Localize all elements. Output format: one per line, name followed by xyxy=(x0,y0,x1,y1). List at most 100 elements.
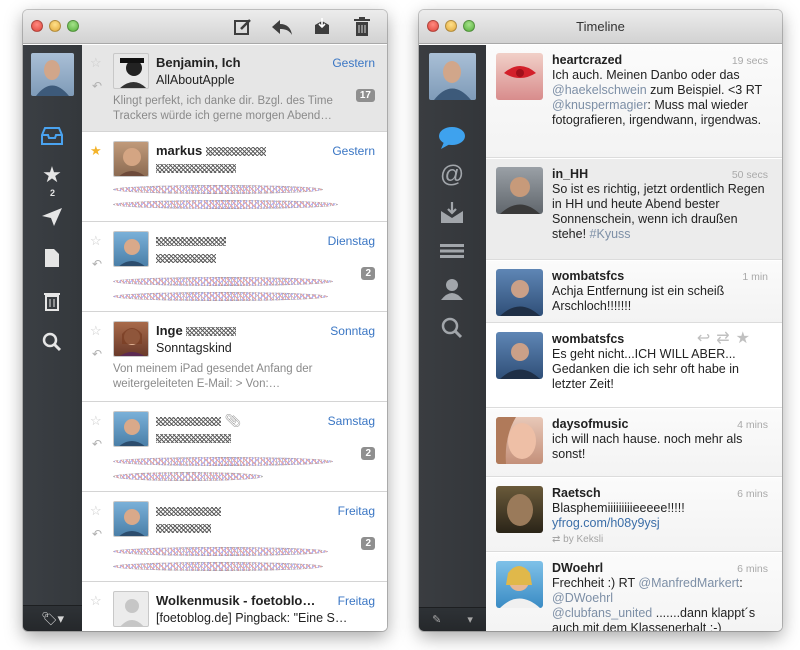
account-avatar[interactable] xyxy=(31,53,74,96)
tweet-time: 1 min xyxy=(742,271,768,283)
message-row[interactable]: ☆ ↶ Inge Sonntag Sonntagskind Von meinem… xyxy=(82,313,387,402)
message-date: Samstag xyxy=(327,414,375,428)
tweet[interactable]: daysofmusic 4 mins ich will nach hause. … xyxy=(486,409,782,477)
message-row[interactable]: ☆ ↶ Benjamin, Ich Gestern AllAboutApple … xyxy=(82,45,387,132)
star-icon[interactable]: ★ xyxy=(38,162,66,188)
zoom-button[interactable] xyxy=(67,20,79,32)
hashtag-link[interactable]: #Kyuss xyxy=(590,227,631,241)
message-row[interactable]: ☆ ↶ 📎︎ Samstag 2 xyxy=(82,403,387,492)
user-avatar[interactable] xyxy=(496,486,543,533)
star-toggle-icon[interactable]: ☆ xyxy=(90,233,102,249)
mention-link[interactable]: @haekelschwein xyxy=(552,83,647,97)
minimize-button[interactable] xyxy=(49,20,61,32)
user-avatar[interactable] xyxy=(496,167,543,214)
message-row[interactable]: ★ markus Gestern xyxy=(82,133,387,222)
list-icon[interactable] xyxy=(438,238,466,264)
star-toggle-icon[interactable]: ☆ xyxy=(90,503,102,519)
sender-avatar xyxy=(113,321,149,357)
window-title: Timeline xyxy=(576,19,625,34)
compose-icon[interactable] xyxy=(230,15,256,39)
archive-icon[interactable] xyxy=(309,15,335,39)
reply-icon[interactable] xyxy=(269,15,295,39)
tweet-username[interactable]: Raetsch xyxy=(552,486,601,500)
tweet-time: 4 mins xyxy=(737,419,768,431)
message-row[interactable]: ☆ Wolkenmusik - foetoblo… Freitag [foeto… xyxy=(82,583,387,631)
mail-sidebar: ★ 2 🏷︎▾ xyxy=(23,45,82,631)
document-icon[interactable] xyxy=(38,245,66,271)
tweet[interactable]: Raetsch 6 mins Blasphemiiiiiiiiieeeee!!!… xyxy=(486,478,782,552)
sender-name: markus xyxy=(156,143,266,158)
inbox-tray-icon[interactable] xyxy=(438,200,466,226)
search-icon[interactable] xyxy=(438,315,466,341)
mention-link[interactable]: @DWoehrl xyxy=(552,591,613,605)
user-icon[interactable] xyxy=(438,276,466,302)
thread-count-badge: 2 xyxy=(361,447,375,460)
twitter-titlebar: Timeline xyxy=(419,10,782,44)
user-avatar[interactable] xyxy=(496,417,543,464)
tag-icon: 🏷︎▾ xyxy=(40,610,65,626)
message-preview: Von meinem iPad gesendet Anfang der weit… xyxy=(113,363,313,390)
speech-bubble-icon[interactable] xyxy=(438,125,466,151)
inbox-icon[interactable] xyxy=(38,123,66,149)
timeline: heartcrazed 19 secs Ich auch. Meinen Dan… xyxy=(486,45,782,631)
search-icon[interactable] xyxy=(38,329,66,355)
user-avatar[interactable] xyxy=(496,561,543,608)
at-sign-icon[interactable]: @ xyxy=(438,161,466,188)
tweet[interactable]: wombatsfcs ↩⇄★ Es geht nicht...ICH WILL … xyxy=(486,324,782,408)
tweet-text: Es geht nicht...ICH WILL ABER... Gedanke… xyxy=(552,347,739,391)
tag-menu-button[interactable]: 🏷︎▾ xyxy=(23,605,82,631)
replied-icon: ↶ xyxy=(92,257,103,271)
message-subject-redacted xyxy=(156,251,216,265)
close-button[interactable] xyxy=(31,20,43,32)
user-avatar[interactable] xyxy=(496,332,543,379)
compose-icon[interactable]: ✎ xyxy=(432,613,441,626)
chevron-down-icon[interactable]: ▾ xyxy=(467,613,473,626)
twitter-sidebar: @ ✎ ▾ xyxy=(419,45,486,631)
sender-name-redacted xyxy=(156,503,221,518)
tweet-username[interactable]: daysofmusic xyxy=(552,417,628,431)
sender-avatar xyxy=(113,53,149,89)
user-avatar[interactable] xyxy=(496,269,543,316)
tweet-username[interactable]: wombatsfcs xyxy=(552,332,624,346)
message-row[interactable]: ☆ ↶ Dienstag 2 xyxy=(82,223,387,312)
user-avatar[interactable] xyxy=(496,53,543,100)
attachment-icon: 📎︎ xyxy=(224,413,242,428)
trash-icon[interactable] xyxy=(349,15,375,39)
star-toggle-icon[interactable]: ☆ xyxy=(90,55,102,71)
tweet-text: ich will nach hause. noch mehr als sonst… xyxy=(552,432,743,461)
message-preview-redacted xyxy=(113,455,357,485)
message-preview-redacted xyxy=(113,545,357,575)
twitter-window: Timeline @ ✎ ▾ heartcrazed 19 secs Ich a… xyxy=(419,10,782,631)
tweet-username[interactable]: DWoehrl xyxy=(552,561,603,575)
tweet-username[interactable]: in_HH xyxy=(552,167,588,181)
star-toggle-icon[interactable]: ★ xyxy=(90,143,102,159)
reply-icon[interactable]: ↩ xyxy=(697,330,716,347)
tweet-time: 6 mins xyxy=(737,488,768,500)
url-link[interactable]: yfrog.com/h08y9ysj xyxy=(552,516,660,530)
tweet-text: Frechheit :) RT @ManfredMarkert: @DWoehr… xyxy=(552,576,756,631)
account-avatar[interactable] xyxy=(429,53,476,100)
retweeted-by: ⇄ by Keksli xyxy=(552,534,604,545)
message-row[interactable]: ☆ ↶ Freitag 2 xyxy=(82,493,387,582)
tweet[interactable]: DWoehrl 6 mins Frechheit :) RT @ManfredM… xyxy=(486,553,782,631)
star-toggle-icon[interactable]: ☆ xyxy=(90,323,102,339)
tweet-text: Achja Entfernung ist ein scheiß Arschloc… xyxy=(552,284,725,313)
tweet-time: 19 secs xyxy=(731,55,768,67)
tweet[interactable]: wombatsfcs 1 min Achja Entfernung ist ei… xyxy=(486,261,782,323)
tweet[interactable]: heartcrazed 19 secs Ich auch. Meinen Dan… xyxy=(486,45,782,158)
mention-link[interactable]: @knuspermagier xyxy=(552,98,647,112)
retweet-icon[interactable]: ⇄ xyxy=(716,330,735,347)
star-toggle-icon[interactable]: ☆ xyxy=(90,413,102,429)
message-date: Gestern xyxy=(332,56,375,70)
mention-link[interactable]: @clubfans_united xyxy=(552,606,652,620)
message-subject-redacted xyxy=(156,161,236,175)
tweet[interactable]: in_HH 50 secs So ist es richtig, jetzt o… xyxy=(486,159,782,260)
thread-count-badge: 17 xyxy=(355,89,375,102)
star-icon[interactable]: ★ xyxy=(736,330,756,347)
star-toggle-icon[interactable]: ☆ xyxy=(90,593,102,609)
mention-link[interactable]: @ManfredMarkert xyxy=(638,576,739,590)
tweet-username[interactable]: wombatsfcs xyxy=(552,269,624,283)
trash-icon[interactable] xyxy=(38,288,66,314)
tweet-username[interactable]: heartcrazed xyxy=(552,53,622,67)
send-icon[interactable] xyxy=(38,204,66,230)
